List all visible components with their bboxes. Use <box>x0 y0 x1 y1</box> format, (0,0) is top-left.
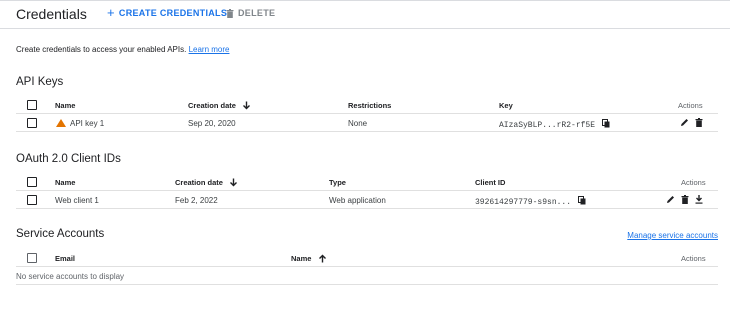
column-email[interactable]: Email <box>55 254 75 263</box>
arrow-up-icon <box>318 254 326 263</box>
page-title: Credentials <box>16 6 87 22</box>
select-all-checkbox[interactable] <box>27 177 37 187</box>
row-actions <box>680 118 703 127</box>
create-credentials-label: CREATE CREDENTIALS <box>118 8 228 18</box>
arrow-down-icon <box>230 178 238 187</box>
column-name[interactable]: Name <box>55 178 75 187</box>
client-id-text: 392614297779-s9sn... <box>475 198 572 207</box>
client-creation-date: Feb 2, 2022 <box>175 196 218 205</box>
empty-message: No service accounts to display <box>16 272 125 281</box>
api-key-restrictions: None <box>348 119 368 128</box>
column-creation-date[interactable]: Creation date <box>175 178 238 187</box>
column-creation-date-label: Creation date <box>175 178 223 187</box>
trash-icon <box>226 8 234 18</box>
download-icon[interactable] <box>695 195 703 204</box>
column-name[interactable]: Name <box>291 254 327 263</box>
manage-service-accounts-link[interactable]: Manage service accounts <box>627 231 718 240</box>
delete-label: DELETE <box>238 8 276 18</box>
column-client-id[interactable]: Client ID <box>475 178 505 187</box>
api-key-name-label: API key 1 <box>70 119 105 128</box>
learn-more-link[interactable]: Learn more <box>189 45 230 54</box>
warning-icon <box>56 119 66 127</box>
edit-pencil-icon[interactable] <box>666 195 675 204</box>
copy-icon[interactable] <box>578 196 586 205</box>
column-name[interactable]: Name <box>55 101 75 110</box>
edit-pencil-icon[interactable] <box>680 118 689 127</box>
api-key-text: AIzaSyBLP...rR2-rf5E <box>499 121 596 130</box>
column-key[interactable]: Key <box>499 101 513 110</box>
table-row[interactable]: API key 1 Sep 20, 2020 None AIzaSyBLP...… <box>16 115 718 132</box>
empty-row: No service accounts to display <box>16 268 718 285</box>
client-name[interactable]: Web client 1 <box>55 196 99 205</box>
column-name-label: Name <box>291 254 312 263</box>
intro-text: Create credentials to access your enable… <box>16 45 229 54</box>
table-row[interactable]: Web client 1 Feb 2, 2022 Web application… <box>16 192 718 209</box>
page-header: Credentials + CREATE CREDENTIALS DELETE <box>0 0 730 29</box>
oauth-title: OAuth 2.0 Client IDs <box>16 153 121 165</box>
column-restrictions[interactable]: Restrictions <box>348 101 391 110</box>
column-creation-date[interactable]: Creation date <box>188 101 251 110</box>
delete-trash-icon[interactable] <box>695 118 703 127</box>
plus-icon: + <box>107 5 115 20</box>
copy-icon[interactable] <box>602 119 610 128</box>
intro-description: Create credentials to access your enable… <box>16 45 187 54</box>
column-creation-date-label: Creation date <box>188 101 236 110</box>
delete-trash-icon[interactable] <box>681 195 689 204</box>
column-type[interactable]: Type <box>329 178 346 187</box>
client-type: Web application <box>329 196 386 205</box>
table-header-row: Name Creation date Restrictions Key Acti… <box>16 97 718 114</box>
api-keys-title: API Keys <box>16 76 64 88</box>
row-actions <box>666 195 703 204</box>
api-key-name[interactable]: API key 1 <box>56 119 104 128</box>
delete-button[interactable]: DELETE <box>226 8 275 18</box>
table-header-row: Email Name Actions <box>16 250 718 267</box>
row-checkbox[interactable] <box>27 195 37 205</box>
row-checkbox[interactable] <box>27 118 37 128</box>
column-actions: Actions <box>681 178 706 187</box>
arrow-down-icon <box>243 101 251 110</box>
select-all-checkbox[interactable] <box>27 100 37 110</box>
column-actions: Actions <box>681 254 706 263</box>
service-accounts-title: Service Accounts <box>16 228 105 240</box>
client-id-value: 392614297779-s9sn... <box>475 196 586 207</box>
select-all-checkbox[interactable] <box>27 253 37 263</box>
create-credentials-button[interactable]: + CREATE CREDENTIALS <box>107 5 228 20</box>
api-key-creation-date: Sep 20, 2020 <box>188 119 236 128</box>
table-header-row: Name Creation date Type Client ID Action… <box>16 174 718 191</box>
column-actions: Actions <box>678 101 703 110</box>
api-key-value: AIzaSyBLP...rR2-rf5E <box>499 119 610 130</box>
